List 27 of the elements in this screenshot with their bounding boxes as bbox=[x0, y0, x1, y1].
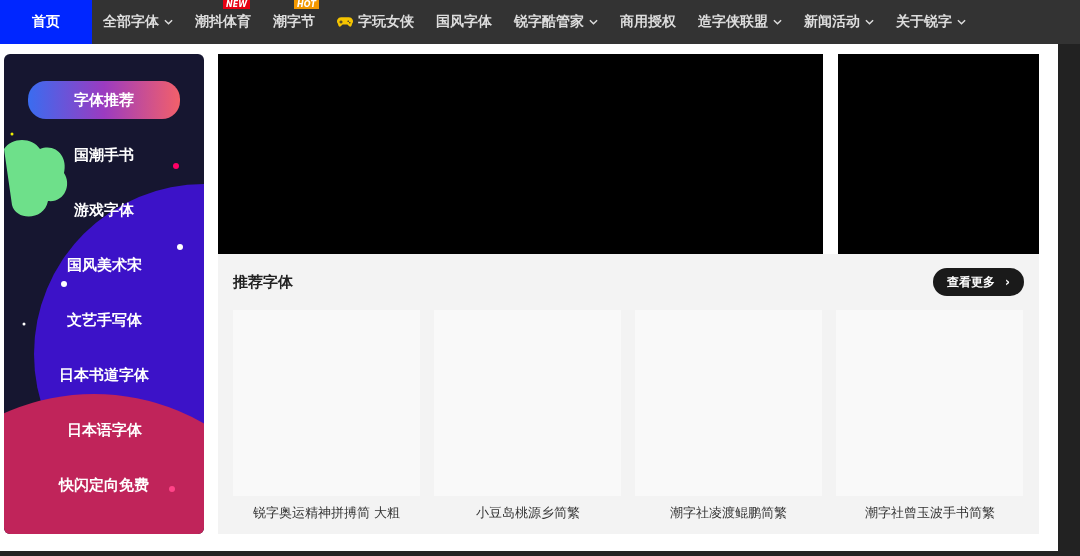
font-name[interactable]: 潮字社凌渡鲲鹏简繁 bbox=[670, 504, 787, 522]
section-title: 推荐字体 bbox=[233, 272, 293, 292]
sidebar-item[interactable]: 快闪定向免费 bbox=[59, 466, 149, 504]
nav-item[interactable]: 全部字体 bbox=[92, 0, 184, 44]
nav-item[interactable]: 商用授权 bbox=[609, 0, 687, 44]
font-name[interactable]: 小豆岛桃源乡简繁 bbox=[475, 504, 580, 522]
sidebar-item[interactable]: 日本语字体 bbox=[66, 411, 142, 449]
nav-item[interactable]: 新闻活动 bbox=[793, 0, 885, 44]
nav-item[interactable]: NEW 潮抖体育 bbox=[184, 0, 262, 44]
nav-item[interactable]: 首页 bbox=[0, 0, 92, 44]
gamepad-icon bbox=[337, 16, 353, 28]
nav-item[interactable]: 字玩女侠 bbox=[326, 0, 425, 44]
nav-item[interactable]: 国风字体 bbox=[425, 0, 503, 44]
sidebar-item[interactable]: 日本书道字体 bbox=[59, 356, 149, 394]
nav-badge: HOT bbox=[294, 0, 319, 9]
nav-item[interactable]: HOT 潮字节 bbox=[262, 0, 326, 44]
nav-item[interactable]: 锐字酷管家 bbox=[503, 0, 609, 44]
sidebar-item[interactable]: 字体推荐 bbox=[28, 81, 180, 119]
nav-item[interactable]: 造字侠联盟 bbox=[687, 0, 793, 44]
nav-badge: NEW bbox=[223, 0, 250, 9]
sidebar-item[interactable]: 国风美术宋 bbox=[66, 246, 142, 284]
sidebar-item[interactable]: 文艺手写体 bbox=[66, 301, 142, 339]
font-name[interactable]: 锐字奥运精神拼搏简 大粗 bbox=[252, 504, 401, 522]
sidebar-item[interactable]: 国潮手书 bbox=[74, 136, 134, 174]
view-more-button[interactable]: 查看更多 › bbox=[932, 268, 1024, 296]
font-name[interactable]: 潮字社曾玉波手书简繁 bbox=[864, 504, 995, 522]
nav-item[interactable]: 关于锐字 bbox=[885, 0, 977, 44]
